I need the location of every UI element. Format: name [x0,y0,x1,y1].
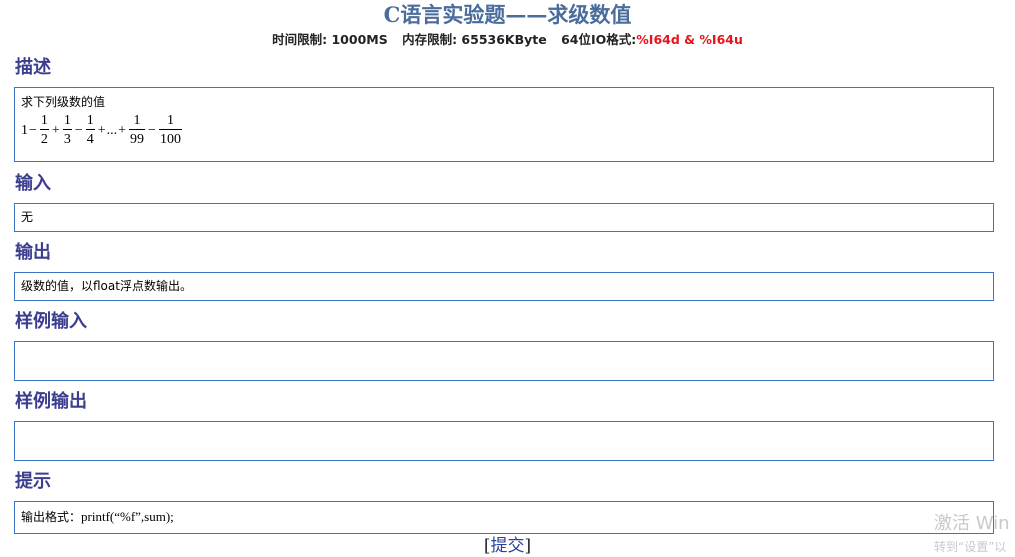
formula-ellipsis: ... [106,122,118,138]
output-box: 级数的值，以float浮点数输出。 [14,272,994,301]
sample-output-heading: 样例输出 [15,391,87,412]
fraction-numerator: 1 [63,113,71,128]
sample-output-box [14,421,994,461]
submit-link[interactable]: 提交 [491,536,525,556]
fraction-1-2: 12 [39,113,49,148]
fraction-denominator: 2 [39,129,49,148]
output-text: 级数的值，以float浮点数输出。 [21,279,192,293]
io-format-label: 64位IO格式: [561,32,637,47]
fraction-1-4: 14 [85,113,95,148]
fraction-numerator: 1 [40,113,48,128]
output-heading: 输出 [15,242,51,263]
submit-bracket-open: [ [483,536,491,556]
activation-watermark-subtitle: 转到“设置”以 [934,540,1007,554]
fraction-denominator: 99 [129,129,146,148]
description-heading: 描述 [15,57,51,78]
page-title: C语言实验题——求级数值 [383,2,632,27]
fraction-numerator: 1 [86,113,94,128]
formula-op: + [51,122,60,138]
input-text: 无 [21,210,34,224]
fraction-denominator: 100 [158,129,182,148]
fraction-denominator: 3 [62,129,72,148]
io-format-value: %I64d & %I64u [636,32,743,47]
series-formula: 1 − 12 + 13 − 14 + ... + 1 99 − 1 100 [21,113,987,148]
fraction-1-3: 13 [62,113,72,148]
description-text: 求下列级数的值 [21,95,106,109]
fraction-numerator: 1 [133,113,141,128]
time-limit: 时间限制: 1000MS [272,32,388,47]
formula-op: − [148,122,156,138]
input-box: 无 [14,203,994,232]
fraction-1-100: 1 100 [158,113,182,148]
fraction-1-99: 1 99 [129,113,146,148]
description-box: 求下列级数的值 1 − 12 + 13 − 14 + ... + 1 99 − 1… [14,87,994,162]
sample-input-box [14,341,994,381]
hint-label: 输出格式： [21,510,82,524]
fraction-numerator: 1 [166,113,174,128]
limits-bar: 时间限制: 1000MS 内存限制: 65536KByte 64位IO格式:%I… [0,31,1015,49]
formula-op: − [29,122,37,138]
activation-watermark-title: 激活 Win [934,513,1010,534]
memory-limit: 内存限制: 65536KByte [402,32,547,47]
submit-row: [提交] [0,535,1015,557]
input-heading: 输入 [15,173,51,194]
formula-op: − [74,122,83,138]
sample-input-heading: 样例输入 [15,311,87,332]
formula-op: + [118,122,127,138]
submit-bracket-close: ] [524,536,532,556]
formula-lead: 1 [21,122,28,138]
fraction-denominator: 4 [85,129,95,148]
hint-heading: 提示 [15,471,51,492]
hint-code: printf(“%f”,sum); [81,509,174,524]
hint-box: 输出格式：printf(“%f”,sum); [14,501,994,534]
formula-op: + [97,122,106,138]
